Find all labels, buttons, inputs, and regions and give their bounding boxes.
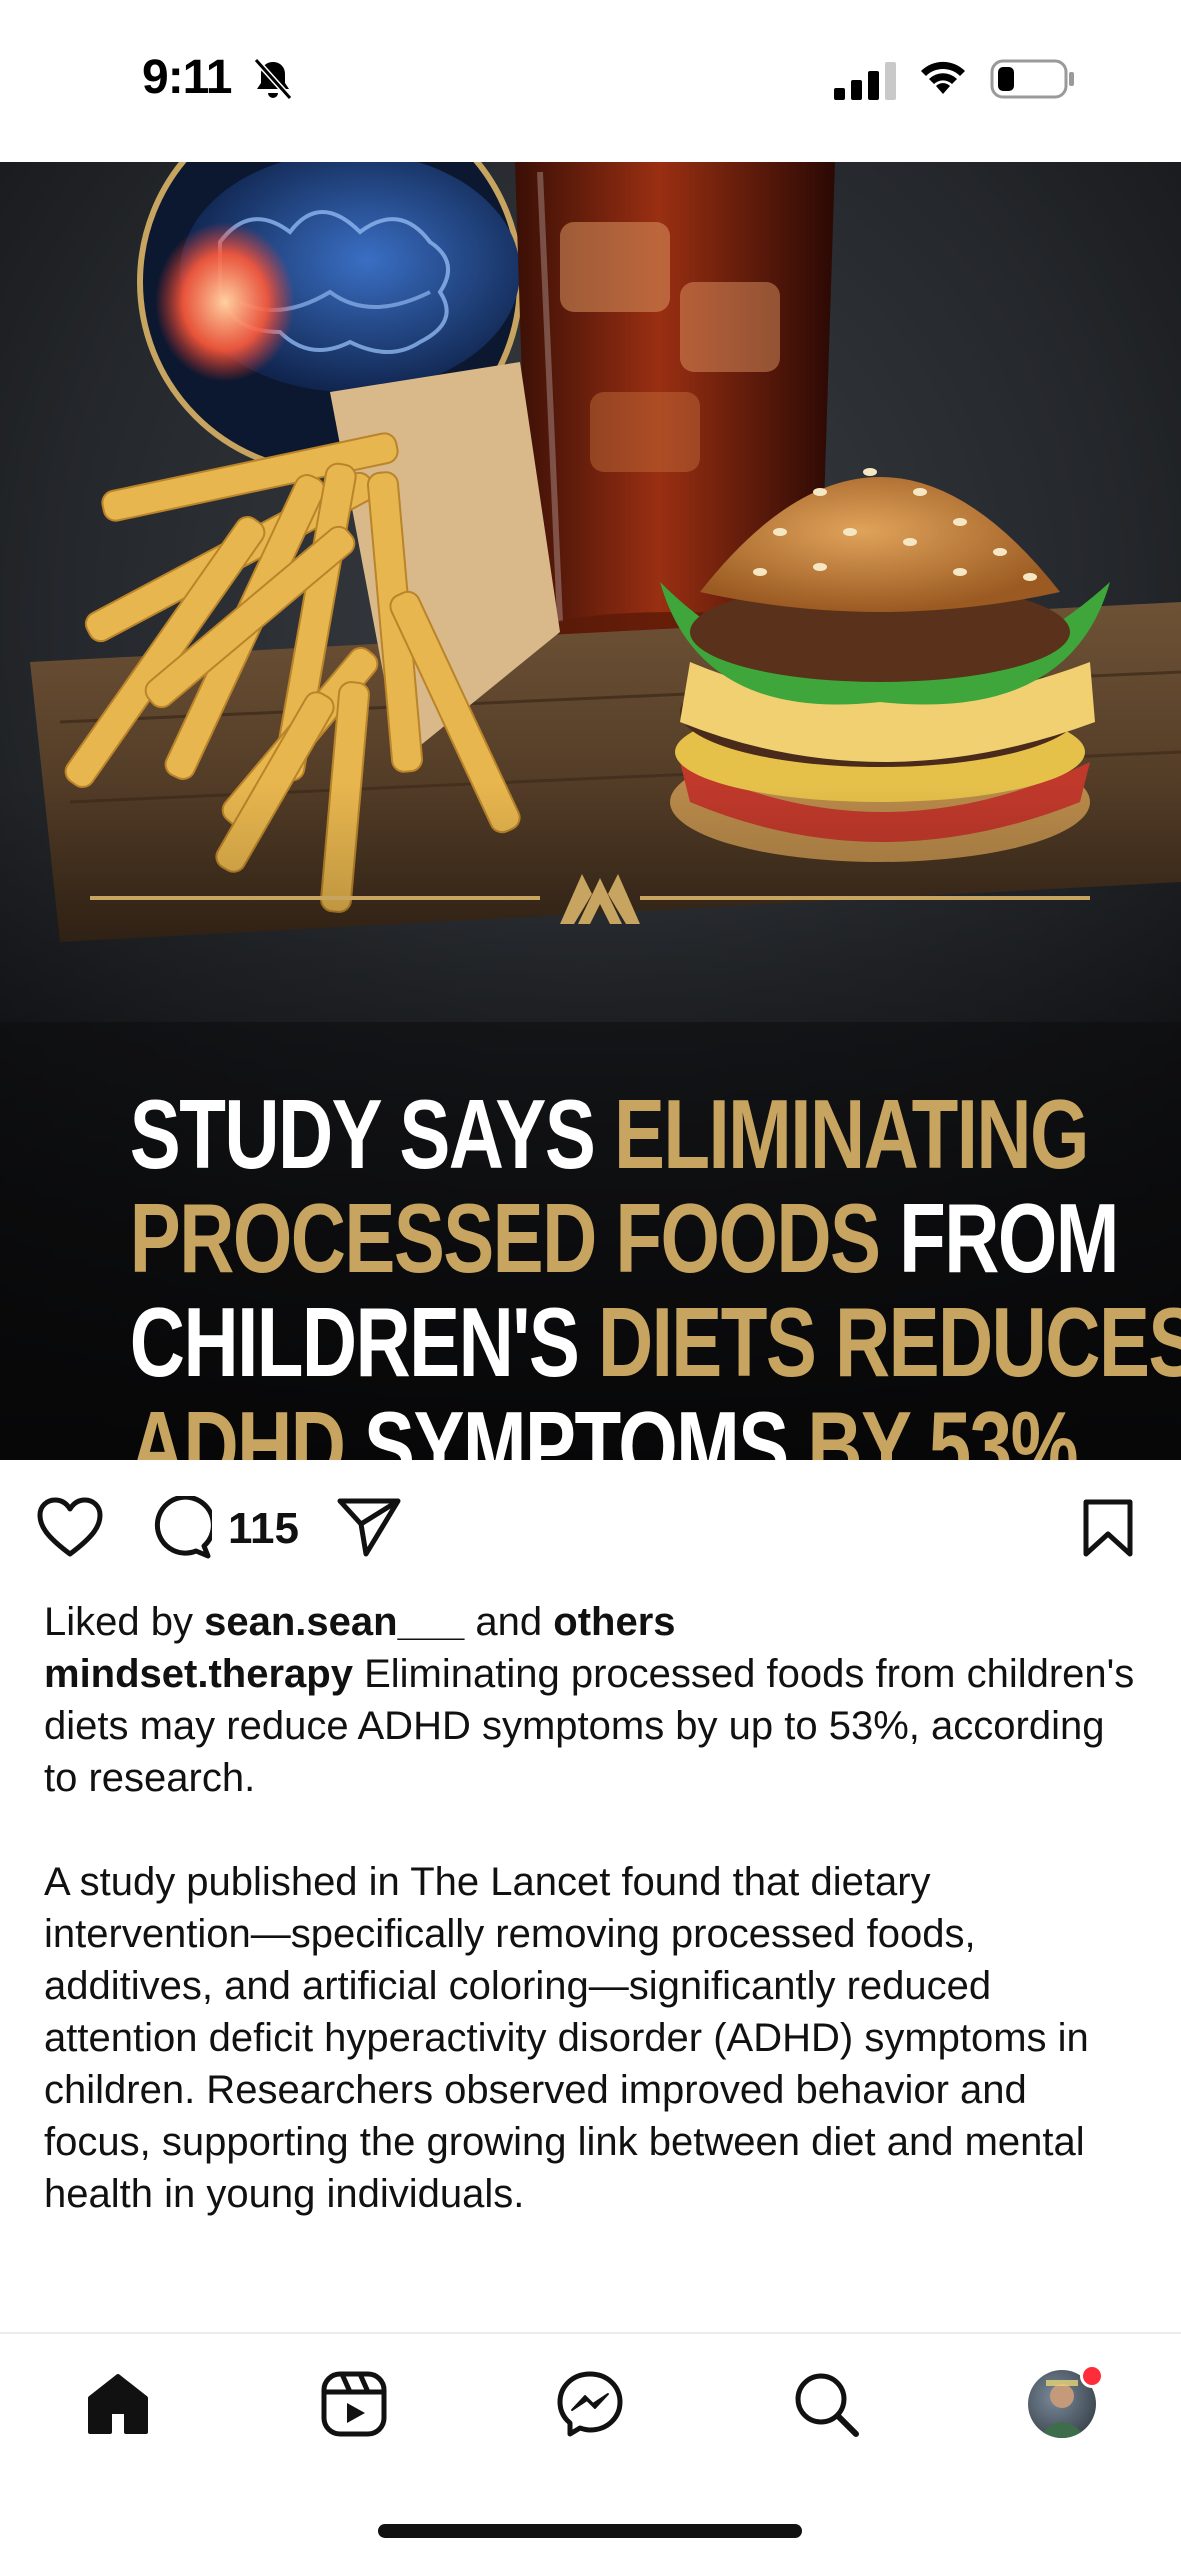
headline-word: ADHD (129, 1391, 365, 1460)
comment-icon[interactable] (148, 1496, 212, 1560)
heart-icon[interactable] (36, 1496, 104, 1558)
headline-word: STUDY SAYS (129, 1079, 614, 1189)
caption-username[interactable]: mindset.therapy (44, 1652, 353, 1696)
cellular-signal-icon (834, 62, 896, 100)
share-icon[interactable] (336, 1496, 402, 1558)
messenger-icon[interactable] (554, 2368, 626, 2440)
home-icon[interactable] (82, 2368, 154, 2440)
likes-and: and (464, 1600, 554, 1644)
caption-text: mindset.therapy Eliminating processed fo… (44, 1648, 1144, 1804)
post-caption: Liked by sean.sean___ and others mindset… (44, 1596, 1144, 2220)
headline-word: ELIMINATING (613, 1079, 1090, 1189)
headline-line-1: STUDY SAYS ELIMINATING (129, 1079, 1090, 1189)
headline-word: BY 53% (807, 1391, 1078, 1460)
likes-others-link[interactable]: others (553, 1600, 675, 1644)
battery-icon (990, 59, 1074, 99)
status-time: 9:11 (142, 51, 232, 104)
liked-by-username[interactable]: sean.sean___ (204, 1600, 464, 1644)
headline-word: PROCESSED FOODS (129, 1183, 900, 1293)
headline-line-3: CHILDREN'S DIETS REDUCES (129, 1287, 1181, 1397)
comment-count[interactable]: 115 (228, 1504, 299, 1554)
bookmark-icon[interactable] (1082, 1498, 1134, 1558)
headline-word: DIETS REDUCES (597, 1287, 1181, 1397)
headline-word: FROM (899, 1183, 1119, 1293)
post-image[interactable]: STUDY SAYS ELIMINATING PROCESSED FOODS F… (0, 162, 1181, 1460)
headline-word: CHILDREN'S (129, 1287, 598, 1397)
post-headline: STUDY SAYS ELIMINATING PROCESSED FOODS F… (129, 1079, 1181, 1460)
reels-icon[interactable] (318, 2368, 390, 2440)
caption-body: A study published in The Lancet found th… (44, 1860, 1089, 2216)
headline-line-2: PROCESSED FOODS FROM (129, 1183, 1120, 1293)
headline-line-4: ADHD SYMPTOMS BY 53% (129, 1391, 1079, 1460)
headline-word: SYMPTOMS (364, 1391, 808, 1460)
home-indicator[interactable] (378, 2524, 802, 2538)
likes-line: Liked by sean.sean___ and others (44, 1596, 1144, 1648)
likes-prefix: Liked by (44, 1600, 205, 1644)
bell-slash-icon (253, 57, 293, 101)
post-action-row: 115 (0, 1460, 1181, 1596)
search-icon[interactable] (790, 2368, 862, 2440)
wifi-icon (921, 61, 965, 94)
notification-dot (1080, 2364, 1104, 2388)
status-bar: 9:11 (0, 0, 1181, 162)
